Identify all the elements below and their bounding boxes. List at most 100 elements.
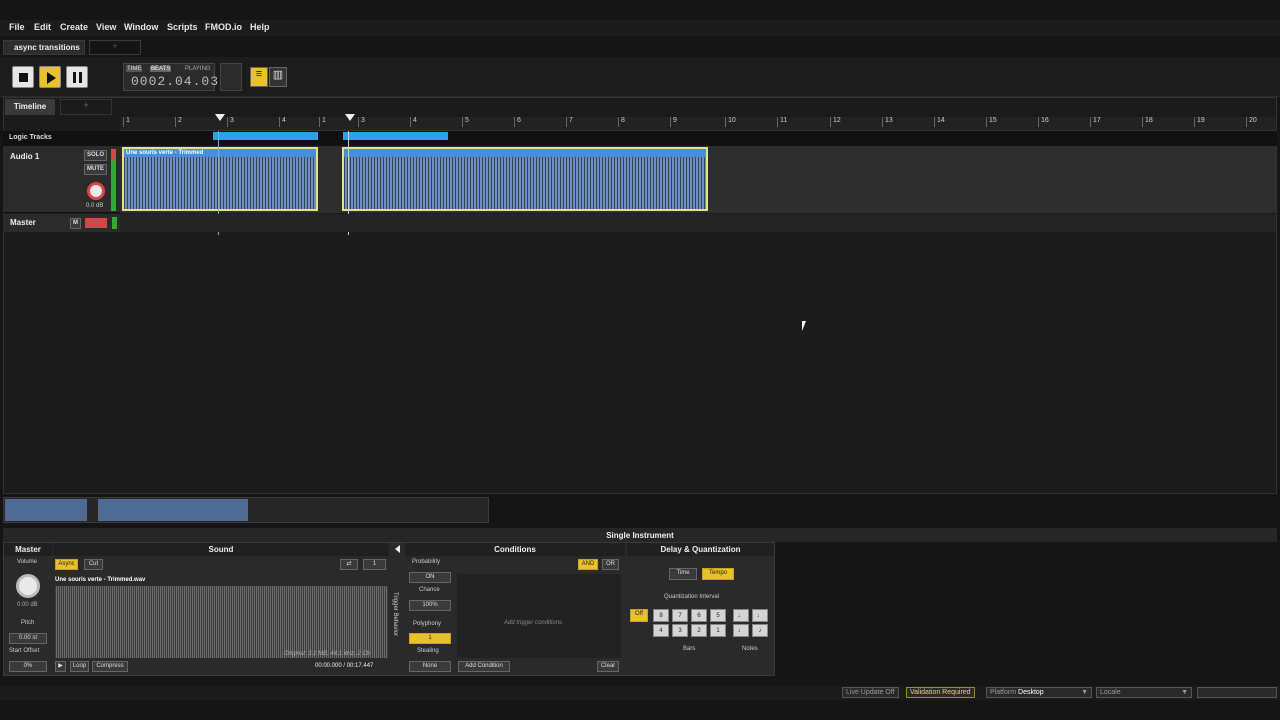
add-timeline-tab-button[interactable]: + bbox=[60, 99, 112, 115]
preview-play-icon[interactable]: ▶ bbox=[55, 661, 66, 672]
bars-label: Bars bbox=[683, 646, 696, 652]
mouse-cursor-icon bbox=[802, 321, 812, 331]
playback-state: PLAYING bbox=[185, 66, 211, 72]
quantization-off-button[interactable]: Off bbox=[630, 609, 648, 622]
instrument-clip[interactable]: Une souris verte - Trimmed bbox=[122, 147, 318, 211]
menu-scripts[interactable]: Scripts bbox=[167, 22, 198, 32]
half-note-icon[interactable]: ♩ bbox=[733, 609, 749, 622]
loop-instrument-icon[interactable]: ⇄ bbox=[340, 559, 358, 570]
time-mode-label[interactable]: TIME bbox=[126, 66, 143, 72]
master-track-header[interactable]: Master M bbox=[3, 214, 120, 232]
stop-button[interactable] bbox=[12, 66, 34, 88]
ruler-tick: 12 bbox=[830, 117, 841, 127]
doc-tab-label: async transitions bbox=[14, 43, 80, 52]
ruler-tick: 3 bbox=[358, 117, 365, 127]
menu-create[interactable]: Create bbox=[60, 22, 88, 32]
deck-delay-header: Delay & Quantization bbox=[627, 543, 774, 556]
volume-label: Volume bbox=[17, 559, 38, 565]
menu-window[interactable]: Window bbox=[124, 22, 158, 32]
cut-toggle[interactable]: Cut bbox=[84, 559, 103, 570]
sound-time: 00:00.000 / 00:17.447 bbox=[315, 663, 374, 669]
bars-5-button[interactable]: 5 bbox=[710, 609, 726, 622]
master-track-lane bbox=[120, 214, 1276, 232]
ruler-tick: 11 bbox=[777, 117, 787, 127]
menu-fmodio[interactable]: FMOD.io bbox=[205, 22, 242, 32]
time-toggle[interactable]: Time bbox=[669, 568, 697, 580]
bars-4-button[interactable]: 4 bbox=[653, 624, 669, 637]
sound-waveform[interactable] bbox=[55, 586, 388, 658]
platform-value: Desktop bbox=[1018, 689, 1044, 696]
logic-marker[interactable] bbox=[213, 132, 318, 140]
locale-select[interactable]: Locale ▼ bbox=[1096, 687, 1192, 698]
bars-3-button[interactable]: 3 bbox=[672, 624, 688, 637]
bars-1-button[interactable]: 1 bbox=[710, 624, 726, 637]
bars-6-button[interactable]: 6 bbox=[691, 609, 707, 622]
overview-clip bbox=[98, 499, 248, 521]
logic-marker[interactable] bbox=[343, 132, 448, 140]
instrument-clip-title: Une souris verte - Trimmed bbox=[124, 149, 316, 157]
dotted-note-icon[interactable]: ♩ bbox=[752, 609, 768, 622]
timeline-overview[interactable] bbox=[3, 497, 489, 523]
pitch-field[interactable]: 0.00 st bbox=[9, 633, 47, 644]
document-tab[interactable]: async transitions bbox=[3, 40, 85, 55]
menu-file[interactable]: File bbox=[9, 22, 25, 32]
platform-select[interactable]: Platform Desktop ▼ bbox=[986, 687, 1092, 698]
tempo-toggle[interactable]: Tempo bbox=[702, 568, 734, 580]
clear-button[interactable]: Clear bbox=[597, 661, 619, 672]
polyphony-field[interactable]: 1 bbox=[409, 633, 451, 644]
position-readout: 0002.04.03 bbox=[131, 74, 220, 89]
list-view-icon[interactable]: ≡ bbox=[250, 67, 268, 87]
logic-tracks-row: Logic Tracks bbox=[3, 131, 1277, 146]
live-update-button[interactable]: Live Update Off bbox=[842, 687, 899, 698]
stealing-select[interactable]: None bbox=[409, 661, 451, 672]
playhead-marker-icon[interactable] bbox=[345, 114, 355, 121]
start-offset-field[interactable]: 0% bbox=[9, 661, 47, 672]
bars-7-button[interactable]: 7 bbox=[672, 609, 688, 622]
mute-button[interactable]: MUTE bbox=[84, 164, 107, 175]
timeline-ruler[interactable]: 1 2 3 4 1 3 4 5 6 7 8 9 10 11 12 13 14 1… bbox=[120, 117, 1276, 131]
probability-toggle[interactable]: ON bbox=[409, 572, 451, 583]
or-toggle[interactable]: OR bbox=[602, 559, 619, 570]
track-volume-knob[interactable] bbox=[87, 182, 105, 200]
loop-toggle[interactable] bbox=[220, 63, 242, 91]
play-button[interactable] bbox=[39, 66, 61, 88]
loop-preview-button[interactable]: Loop bbox=[70, 661, 89, 672]
ruler-tick: 18 bbox=[1142, 117, 1153, 127]
ruler-tick: 17 bbox=[1090, 117, 1101, 127]
eighth-note-icon[interactable]: ♪ bbox=[752, 624, 768, 637]
add-doc-tab-button[interactable]: + bbox=[89, 40, 141, 55]
grid-view-icon[interactable]: ▥ bbox=[269, 67, 287, 87]
ruler-tick: 19 bbox=[1194, 117, 1205, 127]
quarter-note-icon[interactable]: ♩ bbox=[733, 624, 749, 637]
menu-edit[interactable]: Edit bbox=[34, 22, 51, 32]
status-search-field[interactable] bbox=[1197, 687, 1277, 698]
master-mute-button[interactable]: M bbox=[70, 218, 81, 229]
loop-count-field[interactable]: 1 bbox=[363, 559, 386, 570]
master-meter bbox=[112, 217, 117, 229]
beats-mode-label[interactable]: BEATS bbox=[150, 66, 172, 72]
track-meter bbox=[111, 149, 116, 211]
validation-button[interactable]: Validation Required bbox=[906, 687, 975, 698]
volume-knob[interactable] bbox=[16, 574, 40, 598]
master-volume-knob[interactable] bbox=[85, 218, 107, 228]
menu-help[interactable]: Help bbox=[250, 22, 270, 32]
loop-start-marker-icon[interactable] bbox=[215, 114, 225, 121]
start-offset-label: Start Offset bbox=[9, 648, 40, 654]
solo-button[interactable]: SOLO bbox=[84, 150, 107, 161]
chance-field[interactable]: 100% bbox=[409, 600, 451, 611]
and-toggle[interactable]: AND bbox=[578, 559, 598, 570]
track-header-audio1[interactable]: Audio 1 SOLO MUTE 0.0 dB bbox=[3, 146, 120, 213]
compress-button[interactable]: Compress bbox=[92, 661, 128, 672]
pause-button[interactable] bbox=[66, 66, 88, 88]
add-condition-button[interactable]: Add Condition bbox=[458, 661, 510, 672]
trigger-behavior-label: Trigger Behavior bbox=[392, 592, 398, 637]
bars-8-button[interactable]: 8 bbox=[653, 609, 669, 622]
collapse-arrow-icon[interactable] bbox=[395, 545, 400, 553]
tab-timeline[interactable]: Timeline bbox=[5, 99, 55, 115]
async-toggle[interactable]: Async bbox=[55, 559, 78, 570]
conditions-area[interactable] bbox=[457, 574, 621, 658]
menu-view[interactable]: View bbox=[96, 22, 116, 32]
instrument-clip[interactable] bbox=[342, 147, 708, 211]
bars-2-button[interactable]: 2 bbox=[691, 624, 707, 637]
ruler-tick: 1 bbox=[319, 117, 326, 127]
